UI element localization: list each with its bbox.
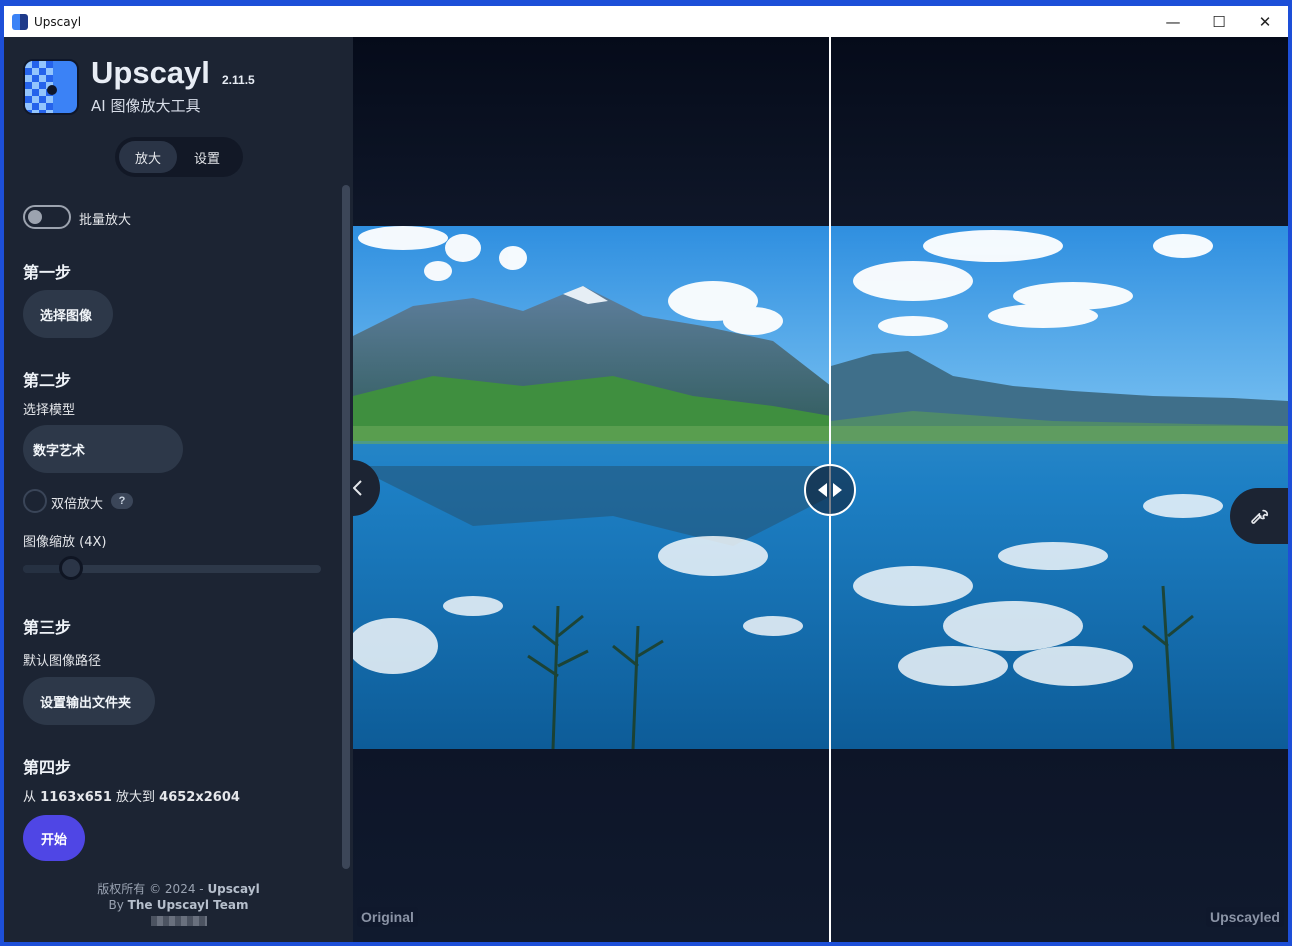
redacted-text [150,916,207,926]
mode-tabs: 放大 设置 [115,137,243,177]
close-button[interactable]: ✕ [1242,6,1288,37]
app-name: Upscayl [91,55,210,90]
select-image-button[interactable]: 选择图像 [23,290,113,338]
original-label: Original [357,907,418,927]
model-label: 选择模型 [23,403,76,418]
sidebar: Upscayl 2.11.5 AI 图像放大工具 放大 设置 批量放大 第一步 … [4,37,353,942]
footer: 版权所有 © 2024 - Upscayl By The Upscayl Tea… [4,881,353,930]
target-size: 4652x2604 [159,790,240,805]
step1-title: 第一步 [23,263,72,282]
title-bar: Upscayl — ☐ ✕ [4,6,1288,37]
double-upscale-label: 双倍放大 [51,497,104,512]
compare-arrows-icon[interactable] [804,464,856,516]
image-comparison-viewer[interactable]: Original Upscayled [353,37,1288,942]
window-title: Upscayl [34,14,82,29]
app-version: 2.11.5 [222,73,255,87]
upscayled-label: Upscayled [1205,907,1284,927]
source-size: 1163x651 [40,790,112,805]
step2-title: 第二步 [23,371,72,390]
sidebar-scrollbar[interactable] [342,185,350,869]
step3-title: 第三步 [23,618,72,637]
wrench-icon[interactable] [1230,488,1288,544]
resolution-info: 从 1163x651 放大到 4652x2604 [23,790,240,805]
step4-title: 第四步 [23,758,72,777]
minimize-button[interactable]: — [1150,6,1196,37]
tab-upscale[interactable]: 放大 [119,141,177,173]
model-select[interactable]: 数字艺术 [23,425,183,473]
set-output-folder-button[interactable]: 设置输出文件夹 [23,677,155,725]
output-path-label: 默认图像路径 [23,654,102,669]
app-logo-icon [23,59,79,115]
app-window: Upscayl — ☐ ✕ Upscayl 2.11.5 AI 图像放大工具 放… [4,6,1288,942]
scale-label: 图像缩放 (4X) [23,535,107,550]
start-button[interactable]: 开始 [23,815,85,861]
batch-label: 批量放大 [79,213,132,228]
maximize-button[interactable]: ☐ [1196,6,1242,37]
double-upscale-checkbox[interactable] [23,489,47,513]
batch-toggle[interactable] [23,205,71,229]
app-icon [12,13,28,30]
tab-settings[interactable]: 设置 [177,141,237,173]
app-subtitle: AI 图像放大工具 [91,97,201,115]
help-icon[interactable]: ? [111,493,133,509]
scale-slider-handle[interactable] [58,556,83,580]
